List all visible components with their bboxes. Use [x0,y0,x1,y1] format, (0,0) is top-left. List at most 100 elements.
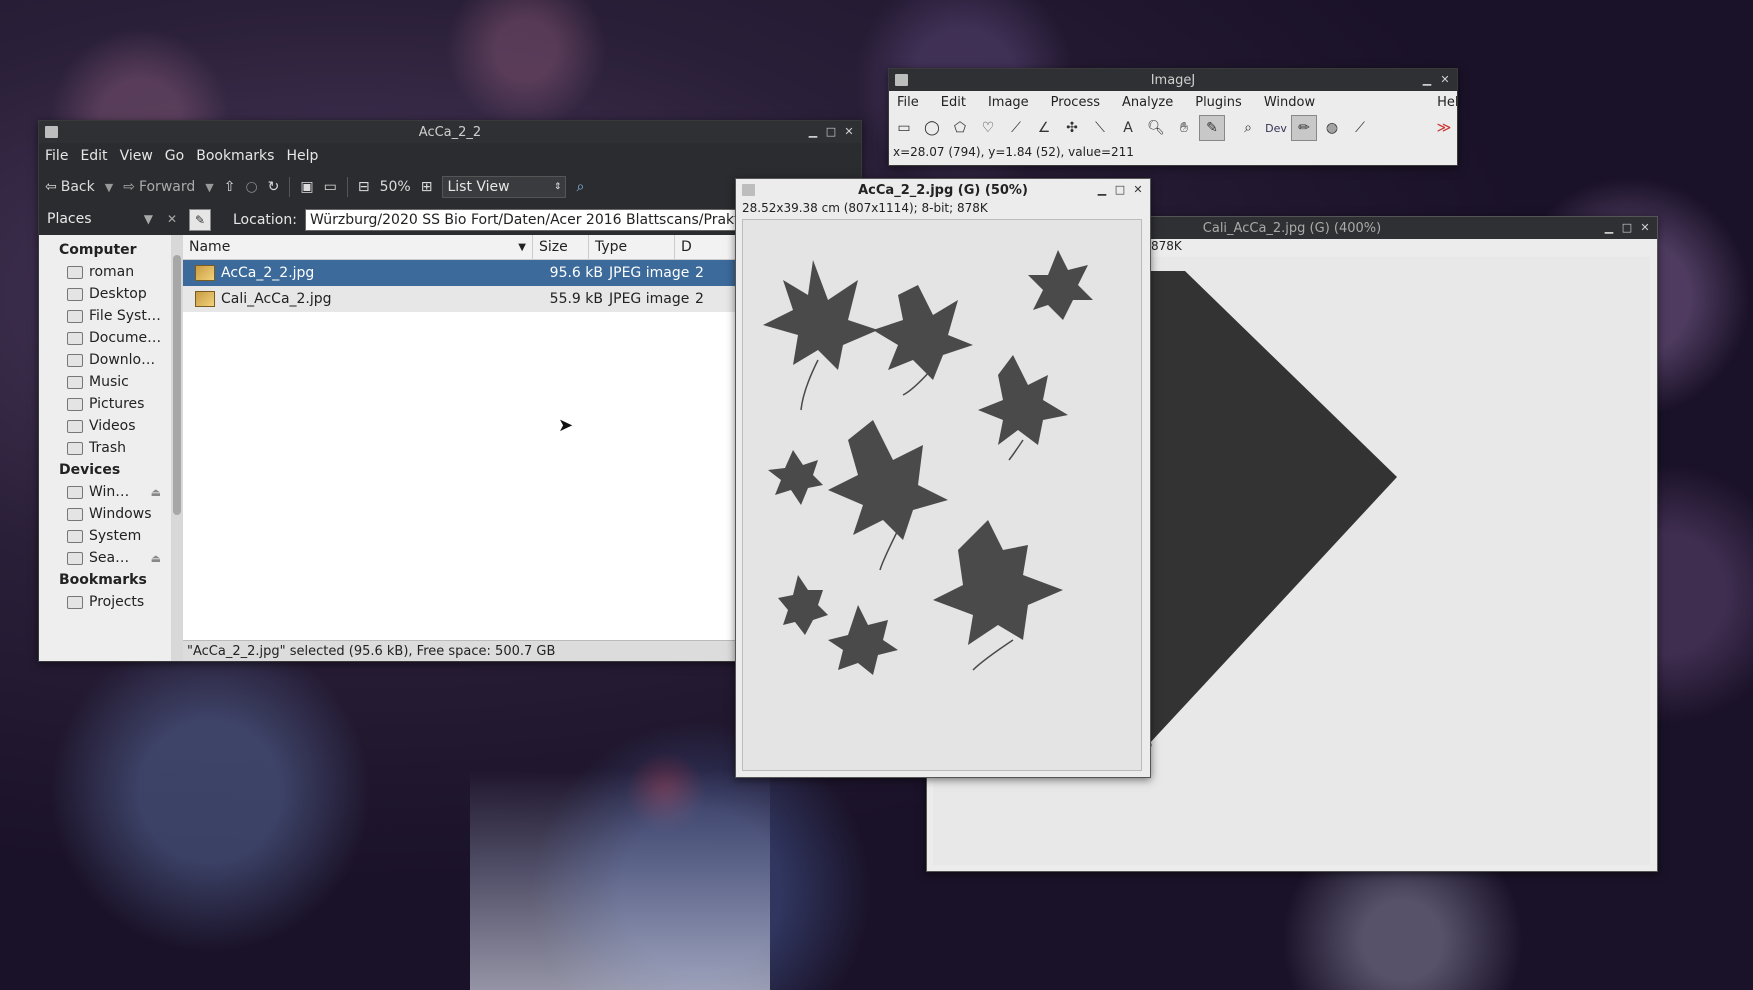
line-tool-icon[interactable]: ⟋ [1003,115,1029,141]
status-text: "AcCa_2_2.jpg" selected (95.6 kB), Free … [187,643,556,659]
eject-icon[interactable]: ⏏ [151,552,161,565]
polygon-tool-icon[interactable]: ⬠ [947,115,973,141]
close-icon[interactable]: ✕ [1639,222,1651,234]
sidebar-close-icon[interactable]: ✕ [167,212,177,226]
menu-edit[interactable]: Edit [80,148,107,164]
reload-icon[interactable]: ↻ [268,179,280,195]
forward-button[interactable]: ⇨ Forward [123,179,195,195]
menu-edit[interactable]: Edit [941,95,966,110]
column-size[interactable]: Size [533,235,589,259]
minimize-icon[interactable]: ▁ [1421,74,1433,86]
magnifier-tool-icon[interactable]: 🔍︎ [1143,115,1169,141]
sidebar-list: Computer roman Desktop File Syst… Docume… [39,235,171,661]
zoom-out-icon[interactable]: ⊟ [358,179,370,195]
scrollbar-thumb[interactable] [173,255,181,515]
drive-icon [67,485,83,499]
close-icon[interactable]: ✕ [843,126,855,138]
zoom-level: 50% [379,179,411,195]
menu-file[interactable]: File [45,148,68,164]
minimize-icon[interactable]: ▁ [1096,184,1108,196]
menu-window[interactable]: Window [1264,95,1315,110]
edit-location-icon[interactable]: ✎ [189,209,211,231]
view-mode-select[interactable]: List View ⇕ [442,176,567,198]
wand-tool-icon[interactable]: ⟍ [1087,115,1113,141]
sidebar-header: Places [47,211,92,227]
search-icon[interactable]: ⌕ [576,179,584,195]
rectangle-tool-icon[interactable]: ▭ [891,115,917,141]
flood-fill-tool-icon[interactable]: ◍ [1319,115,1345,141]
file-date: 2 [695,291,704,307]
home-folder-icon[interactable]: ▣ [300,179,313,195]
sidebar-item-music[interactable]: Music [39,371,171,393]
sidebar-scrollbar[interactable] [171,235,183,661]
sidebar-item-documents[interactable]: Docume… [39,327,171,349]
menu-plugins[interactable]: Plugins [1195,95,1242,110]
angle-tool-icon[interactable]: ∠ [1031,115,1057,141]
sidebar-item-device-windows[interactable]: Windows [39,503,171,525]
freehand-tool-icon[interactable]: ♡ [975,115,1001,141]
image-titlebar[interactable]: AcCa_2_2.jpg (G) (50%) ▁ □ ✕ [736,179,1150,201]
text-tool-icon[interactable]: A [1115,115,1141,141]
menu-analyze[interactable]: Analyze [1122,95,1173,110]
eject-icon[interactable]: ⏏ [151,486,161,499]
column-name[interactable]: Name ▼ [183,235,533,259]
column-type[interactable]: Type [589,235,675,259]
maximize-icon[interactable]: □ [1621,222,1633,234]
up-arrow-icon[interactable]: ⇧ [224,179,236,195]
hand-tool-icon[interactable]: ✋︎ [1171,115,1197,141]
more-tools-icon[interactable]: ≫ [1431,115,1457,141]
back-history-dropdown-icon[interactable]: ▼ [105,181,113,194]
oval-tool-icon[interactable]: ◯ [919,115,945,141]
dropper-tool-icon[interactable]: ⟋ [1347,115,1373,141]
minimize-icon[interactable]: ▁ [1603,222,1615,234]
close-icon[interactable]: ✕ [1132,184,1144,196]
pencil-tool-icon[interactable]: ✏︎ [1291,115,1317,141]
image-file-icon [195,291,215,307]
menu-help[interactable]: Help [286,148,318,164]
sidebar-item-videos[interactable]: Videos [39,415,171,437]
menu-process[interactable]: Process [1051,95,1100,110]
sidebar-item-desktop[interactable]: Desktop [39,283,171,305]
sidebar-item-projects[interactable]: Projects [39,591,171,613]
image-canvas[interactable] [742,219,1142,771]
menu-go[interactable]: Go [165,148,184,164]
zoom-tool-icon[interactable]: ⌕ [1235,115,1261,141]
sidebar-item-trash[interactable]: Trash [39,437,171,459]
developer-menu-button[interactable]: Dev [1263,115,1289,141]
imagej-titlebar[interactable]: ImageJ ▁ ✕ [889,69,1457,91]
point-tool-icon[interactable]: ✣ [1059,115,1085,141]
menu-bookmarks[interactable]: Bookmarks [196,148,274,164]
menu-image[interactable]: Image [988,95,1029,110]
menubar: File Edit View Go Bookmarks Help [39,143,861,169]
file-manager-titlebar[interactable]: AcCa_2_2 ▁ □ ✕ [39,121,861,143]
sidebar-item-downloads[interactable]: Downlo… [39,349,171,371]
mouse-cursor-icon: ➤ [558,415,574,436]
sidebar-item-device-win[interactable]: Win… ⏏ [39,481,171,503]
empty-tool-slot[interactable] [1375,115,1401,141]
sidebar-item-pictures[interactable]: Pictures [39,393,171,415]
sidebar-dropdown-icon[interactable]: ▼ [144,212,153,226]
column-date[interactable]: D [675,235,705,259]
computer-icon[interactable]: ▭ [324,179,337,195]
maximize-icon[interactable]: □ [825,126,837,138]
close-icon[interactable]: ✕ [1439,74,1451,86]
sidebar-item-roman[interactable]: roman [39,261,171,283]
imagej-menubar: File Edit Image Process Analyze Plugins … [889,91,1457,113]
maximize-icon[interactable]: □ [1114,184,1126,196]
menu-help[interactable]: Help [1437,95,1457,110]
sidebar-item-filesystem[interactable]: File Syst… [39,305,171,327]
stop-icon[interactable]: ○ [245,179,257,195]
empty-tool-slot[interactable] [1403,115,1429,141]
back-button[interactable]: ⇦ Back [45,179,95,195]
folder-icon [45,126,58,138]
forward-history-dropdown-icon[interactable]: ▼ [205,181,213,194]
color-picker-tool-icon[interactable]: ✎ [1199,115,1225,141]
drive-icon [67,507,83,521]
menu-view[interactable]: View [120,148,153,164]
minimize-icon[interactable]: ▁ [807,126,819,138]
sidebar-item-device-sea[interactable]: Sea… ⏏ [39,547,171,569]
zoom-in-icon[interactable]: ⊞ [421,179,433,195]
menu-file[interactable]: File [897,95,919,110]
sidebar-item-device-system[interactable]: System [39,525,171,547]
